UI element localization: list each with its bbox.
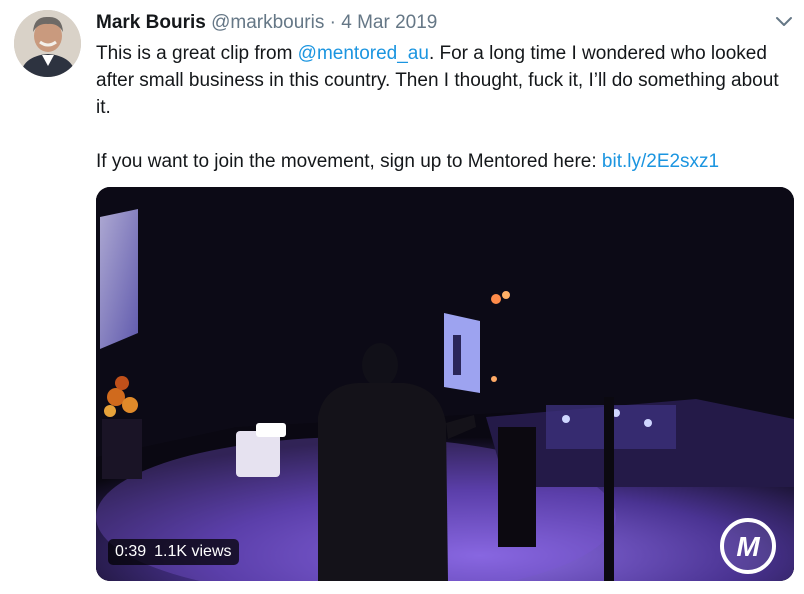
tweet-text: This is a great clip from @mentored_au. … — [96, 40, 796, 175]
chevron-down-icon[interactable] — [772, 12, 796, 32]
mention-link[interactable]: @mentored_au — [298, 43, 429, 64]
video-stats-badge: 0:39 1.1K views — [108, 539, 239, 565]
header-separator: · — [329, 12, 336, 33]
view-count: 1.1K views — [154, 543, 232, 560]
mentored-logo-icon: M — [718, 516, 778, 576]
tweet-date[interactable]: 4 Mar 2019 — [341, 12, 437, 33]
tweet-text-line-2: If you want to join the movement, sign u… — [96, 151, 602, 172]
url-link[interactable]: bit.ly/2E2sxz1 — [602, 151, 719, 172]
tweet-paragraph-2: If you want to join the movement, sign u… — [96, 148, 796, 175]
logo-letter: M — [736, 531, 760, 562]
avatar[interactable] — [14, 10, 81, 77]
tweet-text-part-1: This is a great clip from — [96, 43, 298, 64]
author-handle[interactable]: @markbouris — [211, 12, 324, 33]
author-name[interactable]: Mark Bouris — [96, 12, 206, 33]
video-duration: 0:39 — [115, 543, 147, 560]
tweet-paragraph-1: This is a great clip from @mentored_au. … — [96, 40, 796, 121]
tweet-header: Mark Bouris @markbouris · 4 Mar 2019 — [96, 11, 437, 35]
video-frame — [96, 187, 794, 581]
video-player[interactable]: 0:39 1.1K views M — [96, 187, 794, 581]
